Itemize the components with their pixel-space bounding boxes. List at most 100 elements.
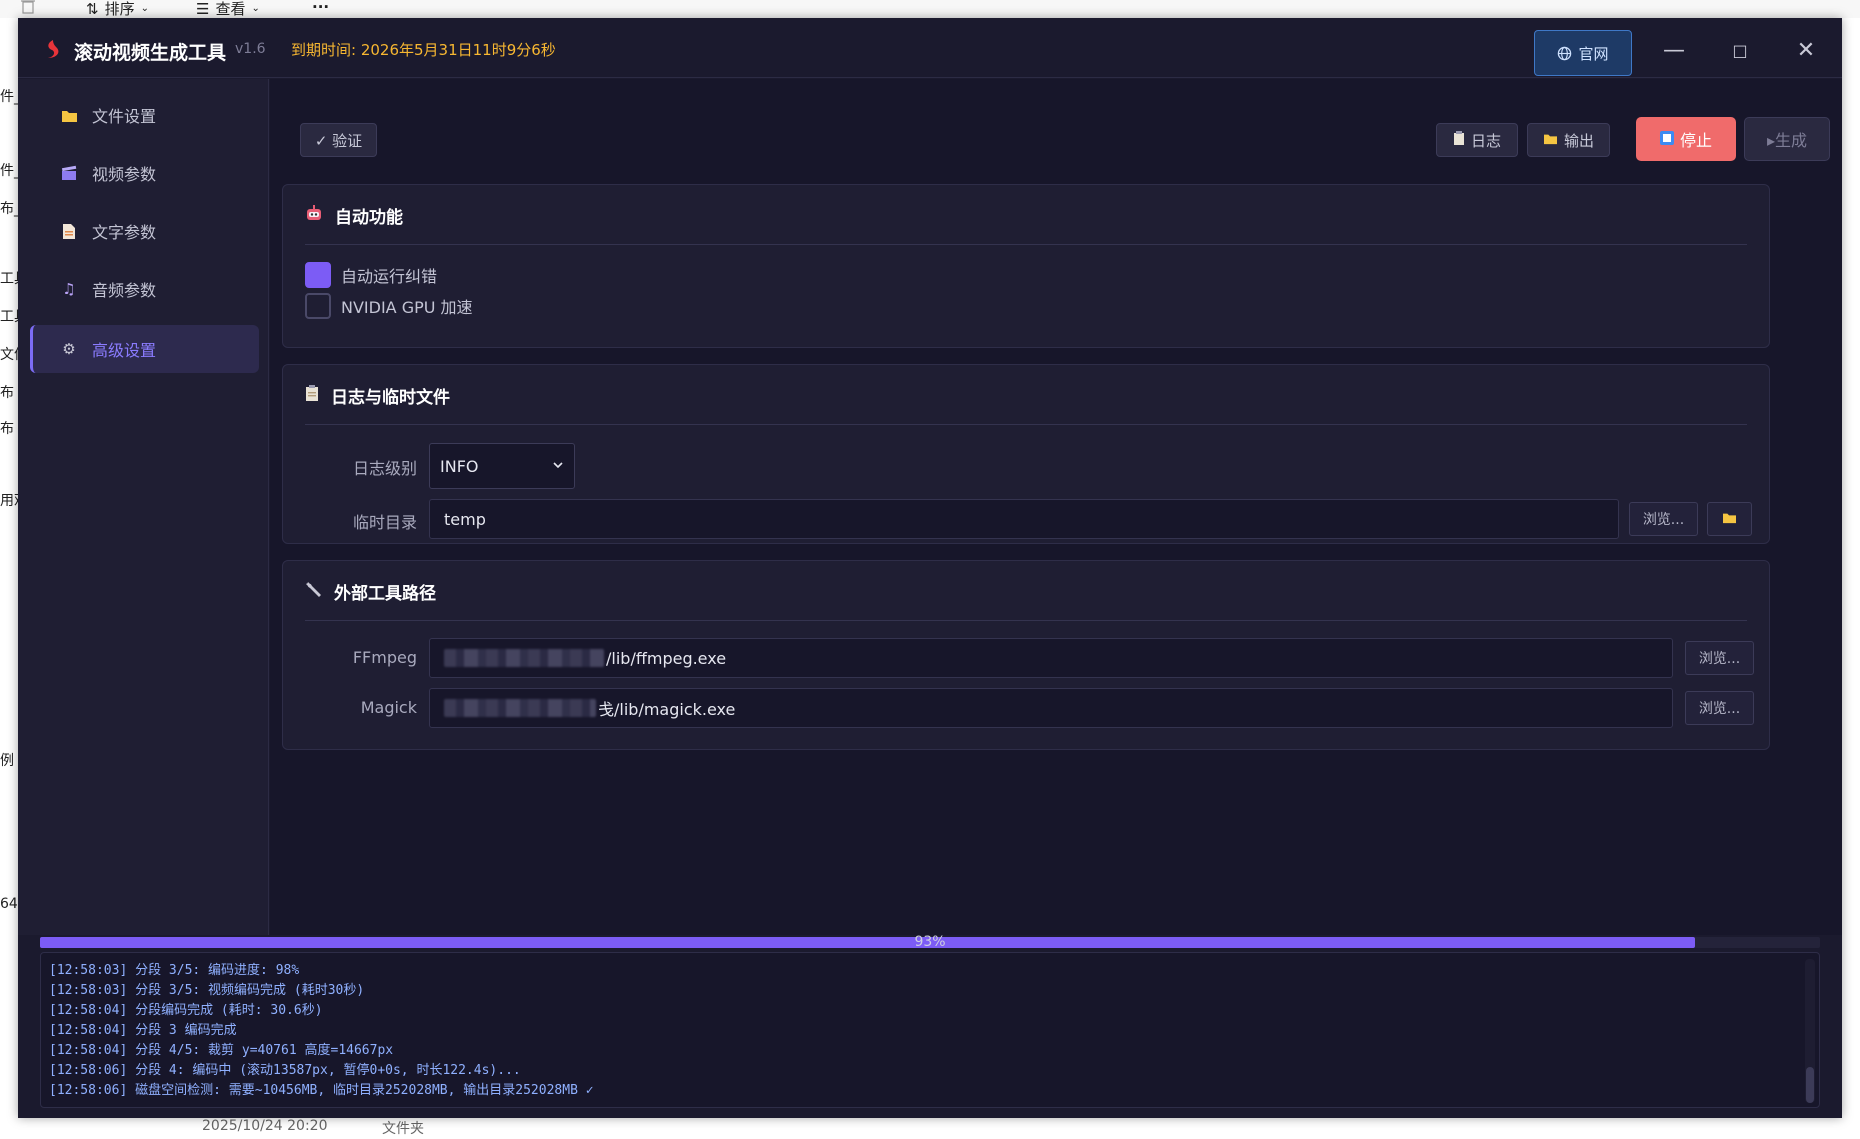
ffmpeg-browse-button[interactable]: 浏览... [1685,641,1754,675]
explorer-fragment[interactable]: 文件 [0,344,18,364]
globe-icon [1558,46,1572,60]
explorer-fragment[interactable]: 件_ [0,160,18,180]
log-output[interactable]: [12:58:03] 分段 3/5: 编码进度: 98% [12:58:03] 分… [40,952,1820,1108]
divider [305,424,1747,425]
sidebar-item-label: 高级设置 [92,341,157,360]
stop-icon [1659,130,1674,149]
log-line: [12:58:03] 分段 3/5: 编码进度: 98% [49,963,300,978]
app-window: 滚动视频生成工具 v1.6 到期时间: 2026年5月31日11时9分6秒 官网… [18,18,1842,1118]
clapper-icon [60,164,78,182]
progress-text: 93% [914,934,946,950]
sidebar-item-file-settings[interactable]: 文件设置 [30,91,259,139]
temp-dir-label: 临时目录 [352,513,417,532]
logs-temp-header: 日志与临时文件 [305,383,450,408]
card-title: 自动功能 [335,208,403,228]
maximize-button[interactable]: □ [1720,32,1760,68]
redacted-path [444,649,604,667]
gear-icon: ⚙ [62,340,76,358]
log-button[interactable]: 日志 [1436,123,1518,157]
temp-dir-browse-button[interactable]: 浏览... [1629,502,1698,536]
redacted-path [444,699,596,717]
folder-icon [1722,511,1737,528]
explorer-view-button[interactable]: ☰ 查看 ⌄ [196,0,260,19]
nvidia-gpu-checkbox[interactable] [305,293,331,319]
sidebar-item-label: 视频参数 [92,165,157,184]
log-lines: [12:58:03] 分段 3/5: 编码进度: 98% [12:58:03] 分… [49,961,1819,1101]
explorer-sort-label: 排序 [104,0,135,18]
explorer-delete-icon[interactable] [20,0,36,14]
auto-run-fix-option[interactable]: 自动运行纠错 [305,262,437,288]
magick-label: Magick [360,698,417,717]
expire-time: 到期时间: 2026年5月31日11时9分6秒 [291,41,556,59]
sidebar-item-text-params[interactable]: 文字参数 [30,207,259,255]
sidebar: 文件设置 视频参数 文字参数 ♫ 音频参数 ⚙ 高级设置 [18,79,269,935]
temp-dir-open-folder-button[interactable] [1707,502,1752,536]
checkbox-label: 自动运行纠错 [341,267,438,286]
log-scrollbar[interactable] [1805,959,1815,1103]
log-line: [12:58:04] 分段编码完成 (耗时: 30.6秒) [49,1003,323,1018]
divider [305,620,1747,621]
title-bar[interactable]: 滚动视频生成工具 v1.6 到期时间: 2026年5月31日11时9分6秒 官网… [18,18,1842,78]
folder-icon [1543,131,1558,149]
sidebar-item-label: 文字参数 [92,223,157,242]
explorer-fragment[interactable]: 布 [0,418,18,438]
explorer-date: 2025/10/24 20:20 [202,1118,328,1134]
magick-browse-button[interactable]: 浏览... [1685,691,1754,725]
sidebar-item-advanced-settings[interactable]: ⚙ 高级设置 [30,325,259,373]
explorer-file-list: 件_ 件_ 布_ 工具 工具 文件 布 布 用观 例 64 [0,18,18,1118]
auto-run-fix-checkbox[interactable] [305,262,331,288]
music-icon: ♫ [62,280,76,298]
magick-path-value: 戋/lib/magick.exe [598,700,736,719]
explorer-view-label: 查看 [215,0,246,18]
card-title: 日志与临时文件 [331,388,450,408]
explorer-sort-button[interactable]: ⇅ 排序 ⌄ [86,0,149,19]
folder-icon [60,106,78,124]
temp-dir-input[interactable]: temp [429,499,1619,539]
log-button-label: 日志 [1470,131,1501,150]
checkbox-label: NVIDIA GPU 加速 [341,298,473,317]
sort-icon: ⇅ [86,0,99,18]
sidebar-item-audio-params[interactable]: ♫ 音频参数 [30,265,259,313]
explorer-fragment[interactable]: 工具 [0,268,18,288]
explorer-toolbar: ⇅ 排序 ⌄ ☰ 查看 ⌄ ··· [0,0,1860,18]
explorer-type: 文件夹 [382,1121,424,1137]
nvidia-gpu-option[interactable]: NVIDIA GPU 加速 [305,293,473,319]
stop-button-label: 停止 [1679,131,1712,150]
minimize-button[interactable]: — [1654,32,1694,68]
explorer-fragment[interactable]: 64 [0,896,18,912]
explorer-more-button[interactable]: ··· [312,0,329,16]
log-scrollbar-thumb[interactable] [1806,1067,1814,1103]
explorer-fragment[interactable]: 布_ [0,198,18,218]
explorer-fragment[interactable]: 例 [0,750,18,770]
verify-button[interactable]: ✓ 验证 [300,123,377,157]
explorer-fragment[interactable]: 工具 [0,306,18,326]
magick-path-input[interactable]: 戋/lib/magick.exe [429,688,1673,728]
robot-icon [305,204,323,227]
log-level-select[interactable]: INFO [429,443,575,489]
close-button[interactable]: ✕ [1786,32,1826,68]
wrench-icon [305,581,322,603]
logs-temp-card: 日志与临时文件 日志级别 INFO 临时目录 temp 浏览... [282,364,1770,544]
document-icon [60,222,78,240]
log-line: [12:58:06] 分段 4: 编码中 (滚动13587px, 暂停0+0s,… [49,1063,521,1078]
progress-bar: 93% [40,934,1820,950]
explorer-right-edge [1842,18,1860,1118]
chevron-down-icon: ⌄ [251,3,260,14]
explorer-fragment[interactable]: 用观 [0,490,18,510]
divider [305,244,1747,245]
generate-button[interactable]: ▸生成 [1744,117,1830,161]
output-button[interactable]: 输出 [1527,123,1610,157]
auto-functions-card: 自动功能 自动运行纠错 NVIDIA GPU 加速 [282,184,1770,348]
app-title: 滚动视频生成工具 [74,42,227,64]
official-site-button[interactable]: 官网 [1534,30,1632,76]
official-site-label: 官网 [1578,44,1609,63]
clipboard-icon [305,384,319,407]
stop-button[interactable]: 停止 [1636,117,1736,161]
explorer-fragment[interactable]: 布 [0,382,18,402]
explorer-fragment[interactable]: 件_ [0,86,18,106]
log-level-label: 日志级别 [352,459,417,478]
ffmpeg-label: FFmpeg [352,648,417,667]
main-panel: ✓ 验证 日志 输出 停止 ▸生成 自动功能 自动运行纠错 NVIDIA GPU… [270,79,1842,935]
ffmpeg-path-input[interactable]: /lib/ffmpeg.exe [429,638,1673,678]
sidebar-item-video-params[interactable]: 视频参数 [30,149,259,197]
